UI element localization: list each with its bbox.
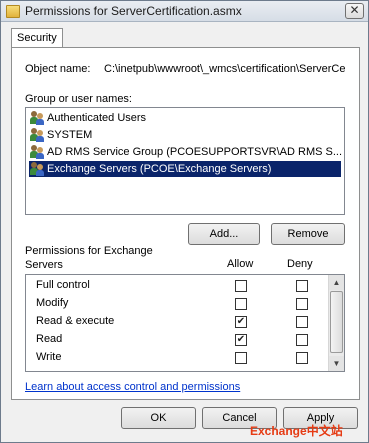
permission-name: Modify — [36, 297, 69, 309]
allow-checkbox-modify[interactable] — [235, 298, 247, 310]
deny-checkbox-read[interactable] — [296, 334, 308, 346]
title-bar[interactable]: Permissions for ServerCertification.asmx… — [1, 1, 368, 22]
list-item-authenticated-users[interactable]: Authenticated Users — [29, 110, 341, 126]
watermark-text: Exchange中文站 — [250, 424, 343, 438]
list-item-label: SYSTEM — [47, 129, 93, 141]
permission-name: Full control — [36, 279, 90, 291]
permissions-label-line1: Permissions for Exchange — [25, 245, 153, 257]
allow-column-header: Allow — [227, 258, 254, 270]
deny-column-header: Deny — [287, 258, 313, 270]
window-title: Permissions for ServerCertification.asmx — [25, 4, 242, 18]
access-control-help-link[interactable]: Learn about access control and permissio… — [25, 381, 240, 393]
list-item-exchange-servers[interactable]: Exchange Servers (PCOE\Exchange Servers) — [29, 161, 341, 177]
users-group-icon — [30, 162, 45, 176]
group-names-label: Group or user names: — [25, 93, 132, 105]
close-button[interactable]: ✕ — [345, 3, 364, 19]
permission-name: Write — [36, 351, 62, 363]
permission-row-read: Read ✔ — [26, 331, 328, 349]
permission-row-read-execute: Read & execute ✔ — [26, 313, 328, 331]
permission-name: Read & execute — [36, 315, 115, 327]
ok-button[interactable]: OK — [121, 407, 196, 429]
list-item-label: AD RMS Service Group (PCOESUPPORTSVR\AD … — [47, 146, 343, 158]
permissions-list: Full control Modify Read & execute ✔ Rea… — [25, 274, 345, 372]
permissions-label: Permissions for Exchange Servers — [25, 244, 153, 272]
permission-row-write: Write — [26, 349, 328, 367]
deny-checkbox-write[interactable] — [296, 352, 308, 364]
list-item-label: Exchange Servers (PCOE\Exchange Servers) — [47, 163, 272, 175]
add-button[interactable]: Add... — [188, 223, 260, 245]
scroll-up-arrow-icon[interactable]: ▲ — [329, 275, 344, 290]
object-name-value: C:\inetpub\wwwroot\_wmcs\certification\S… — [104, 63, 346, 75]
allow-checkbox-read-execute[interactable]: ✔ — [235, 316, 247, 328]
list-item-ad-rms-service-group[interactable]: AD RMS Service Group (PCOESUPPORTSVR\AD … — [29, 144, 343, 160]
allow-checkbox-full-control[interactable] — [235, 280, 247, 292]
users-group-icon — [30, 145, 45, 159]
permissions-dialog: Permissions for ServerCertification.asmx… — [0, 0, 369, 443]
permission-row-full-control: Full control — [26, 277, 328, 295]
users-group-icon — [30, 128, 45, 142]
allow-checkbox-write[interactable] — [235, 352, 247, 364]
remove-button[interactable]: Remove — [271, 223, 345, 245]
object-name-label: Object name: — [25, 63, 91, 75]
permissions-scrollbar[interactable]: ▲ ▼ — [328, 275, 344, 371]
permission-name: Read — [36, 333, 63, 345]
deny-checkbox-full-control[interactable] — [296, 280, 308, 292]
scroll-down-arrow-icon[interactable]: ▼ — [329, 356, 344, 371]
deny-checkbox-modify[interactable] — [296, 298, 308, 310]
permissions-label-line2: Servers — [25, 259, 63, 271]
tab-security[interactable]: Security — [11, 28, 63, 48]
permission-row-modify: Modify — [26, 295, 328, 313]
folder-icon — [6, 5, 20, 18]
allow-checkbox-read[interactable]: ✔ — [235, 334, 247, 346]
scroll-thumb[interactable] — [330, 291, 343, 353]
group-user-list[interactable]: Authenticated Users SYSTEM AD RMS Servic… — [25, 107, 345, 215]
users-group-icon — [30, 111, 45, 125]
list-item-label: Authenticated Users — [47, 112, 147, 124]
security-panel: Object name: C:\inetpub\wwwroot\_wmcs\ce… — [11, 47, 360, 400]
list-item-system[interactable]: SYSTEM — [29, 127, 341, 143]
deny-checkbox-read-execute[interactable] — [296, 316, 308, 328]
